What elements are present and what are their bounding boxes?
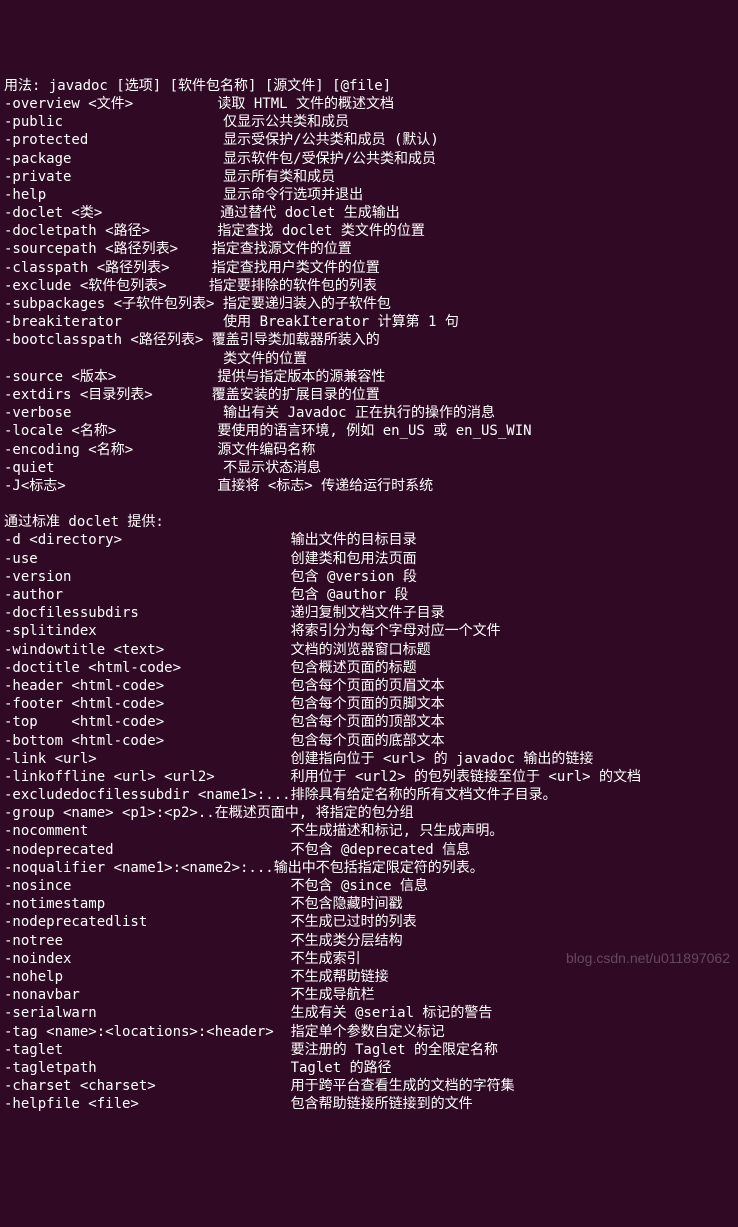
watermark: blog.csdn.net/u011897062 (566, 949, 730, 967)
